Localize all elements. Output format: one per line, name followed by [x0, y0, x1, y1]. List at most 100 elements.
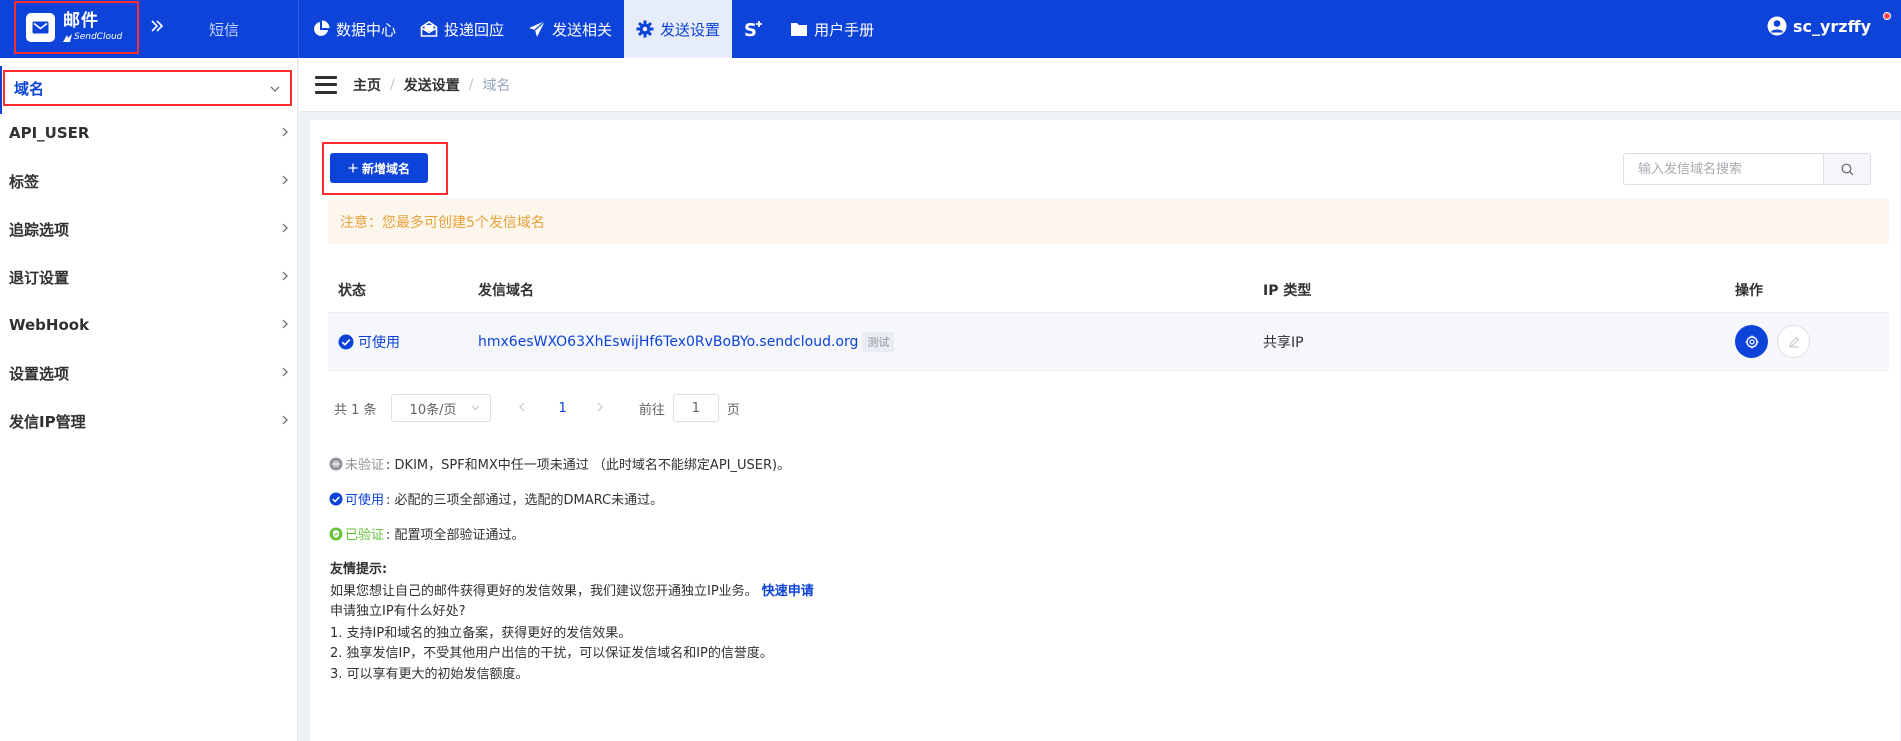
- table-row: 可使用 hmx6esWXO63XhEswijHf6Tex0RvBoBYo.sen…: [328, 313, 1889, 371]
- plus-icon: [348, 163, 358, 173]
- s-plus-icon: S: [744, 20, 763, 39]
- breadcrumb-current: 域名: [482, 77, 511, 94]
- nav-label: 投递回应: [444, 20, 505, 39]
- page-size-select[interactable]: 10条/页: [390, 394, 491, 422]
- header-status: 状态: [338, 283, 366, 299]
- sidebar-item-label: 标签: [9, 172, 40, 191]
- chevron-right-icon: [282, 126, 288, 140]
- sms-product-tab[interactable]: 短信: [209, 19, 239, 40]
- verified-shield-icon: [329, 527, 343, 540]
- tips-title: 友情提示:: [330, 562, 388, 577]
- sidebar-item-ip-management[interactable]: 发信IP管理: [0, 397, 298, 445]
- logo-title: 邮件: [63, 11, 99, 31]
- nav-data-center[interactable]: 数据中心: [300, 0, 408, 58]
- next-page-icon[interactable]: [597, 401, 603, 416]
- gear-icon: [636, 20, 654, 38]
- prev-page-icon[interactable]: [518, 401, 525, 416]
- page-number-current[interactable]: 1: [559, 401, 567, 416]
- chevron-down-icon: [471, 405, 479, 411]
- list-item: 3. 可以享有更大的初始发信额度。: [330, 666, 529, 682]
- legend-item: 已验证 : 配置项全部验证通过。: [329, 516, 790, 551]
- pagination: 共 1 条 10条/页 1 前往 页: [334, 394, 740, 422]
- domain-search: [1623, 153, 1871, 185]
- nav-label: 发送相关: [552, 20, 613, 39]
- header-ip-type: IP 类型: [1263, 283, 1312, 299]
- sidebar-item-unsubscribe[interactable]: 退订设置: [0, 253, 298, 301]
- list-item: 2. 独享发信IP，不受其他用户出信的干扰，可以保证发信域名和IP的信誉度。: [330, 646, 773, 661]
- chevron-right-icon: [282, 174, 288, 188]
- verify-button[interactable]: [1735, 325, 1768, 358]
- legend-name: 已验证: [345, 528, 385, 543]
- breadcrumb-send-settings[interactable]: 发送设置: [404, 75, 460, 95]
- sidebar-item-webhook[interactable]: WebHook: [0, 301, 298, 349]
- quick-apply-link[interactable]: 快速申请: [762, 584, 814, 599]
- friendly-tips: 友情提示: 如果您想让自己的邮件获得更好的发信效果，我们建议您开通独立IP业务。…: [330, 560, 814, 685]
- nav-send-settings[interactable]: 发送设置: [624, 0, 733, 58]
- top-navbar: 邮件 SendCloud 短信 数据中心 投递回应 发送相关 发送设置 S 用户…: [0, 0, 1901, 58]
- edit-button[interactable]: [1777, 325, 1810, 358]
- check-circle-icon: [338, 334, 354, 349]
- goto-page-input[interactable]: [672, 394, 719, 422]
- legend-name: 未验证: [345, 458, 385, 473]
- search-icon: [1841, 163, 1854, 175]
- sidebar-item-tracking[interactable]: 追踪选项: [0, 205, 298, 253]
- table-header: 状态 发信域名 IP 类型 操作: [328, 268, 1889, 313]
- add-domain-button[interactable]: 新增域名: [330, 153, 428, 183]
- logo-subtitle: SendCloud: [74, 32, 123, 42]
- sidebar: 域名 API_USER 标签 追踪选项 退订设置 WebHook 设置选项 发信…: [0, 58, 298, 741]
- breadcrumb-bar: 主页 / 发送设置 / 域名: [299, 58, 1901, 112]
- double-chevron-right-icon[interactable]: [150, 17, 164, 38]
- breadcrumb-home[interactable]: 主页: [353, 75, 381, 95]
- mail-product-switch[interactable]: 邮件 SendCloud: [14, 1, 139, 54]
- send-icon: [529, 20, 546, 37]
- status-text: 可使用: [358, 334, 400, 351]
- page-suffix: 页: [726, 402, 740, 418]
- notification-dot: [1883, 12, 1891, 20]
- sidebar-item-label: 设置选项: [9, 364, 70, 383]
- sidebar-item-label: 追踪选项: [9, 220, 70, 239]
- domain-search-input[interactable]: [1624, 154, 1824, 184]
- sendcloud-mark-icon: [63, 33, 72, 42]
- domain-limit-notice: 注意：您最多可创建5个发信域名: [328, 199, 1889, 244]
- nav-user-manual[interactable]: 用户手册: [778, 0, 886, 58]
- sidebar-item-tags[interactable]: 标签: [0, 157, 298, 205]
- header-domain: 发信域名: [478, 283, 534, 299]
- chevron-down-icon: [270, 81, 280, 95]
- sidebar-item-label: 发信IP管理: [9, 412, 86, 431]
- sidebar-item-label: 域名: [14, 79, 45, 98]
- divider: [298, 0, 299, 58]
- check-circle-icon: [329, 492, 343, 505]
- nav-label: 用户手册: [814, 20, 875, 39]
- sidebar-item-label: WebHook: [9, 316, 90, 334]
- legend-desc: : DKIM，SPF和MX中任一项未通过 （此时域名不能绑定API_USER)。: [386, 458, 791, 473]
- chevron-right-icon: [282, 366, 288, 380]
- list-item: 1. 支持IP和域名的独立备案，获得更好的发信效果。: [330, 625, 632, 641]
- add-domain-highlight: 新增域名: [322, 142, 448, 195]
- search-button[interactable]: [1823, 154, 1870, 184]
- legend-name: 可使用: [345, 493, 385, 508]
- status-legend: 未验证 : DKIM，SPF和MX中任一项未通过 （此时域名不能绑定API_US…: [329, 446, 790, 551]
- user-avatar-icon: [1767, 16, 1787, 36]
- domain-panel: 新增域名 注意：您最多可创建5个发信域名 状态 发信域名 IP 类型 操作 可使…: [310, 120, 1900, 741]
- nav-s-plus[interactable]: S: [732, 0, 778, 58]
- nav-sending[interactable]: 发送相关: [516, 0, 624, 58]
- nav-label: 发送设置: [660, 20, 721, 39]
- pie-chart-icon: [314, 20, 330, 36]
- legend-item: 未验证 : DKIM，SPF和MX中任一项未通过 （此时域名不能绑定API_US…: [329, 446, 790, 481]
- sidebar-item-settings[interactable]: 设置选项: [0, 349, 298, 397]
- sidebar-item-label: API_USER: [9, 124, 90, 142]
- hamburger-menu-icon[interactable]: [315, 75, 337, 94]
- user-menu[interactable]: sc_yrzffy: [1767, 16, 1871, 36]
- nav-delivery-response[interactable]: 投递回应: [408, 0, 516, 58]
- svg-text:S: S: [744, 20, 757, 39]
- edit-icon: [1788, 336, 1799, 347]
- domain-link[interactable]: hmx6esWXO63XhEswijHf6Tex0RvBoBYo.sendclo…: [478, 334, 858, 350]
- nav-label: 数据中心: [336, 20, 397, 39]
- verify-gear-icon: [1745, 335, 1758, 348]
- tips-list: 1. 支持IP和域名的独立备案，获得更好的发信效果。 2. 独享发信IP，不受其…: [330, 624, 814, 686]
- breadcrumb: 主页 / 发送设置 / 域名: [353, 75, 511, 95]
- header-actions: 操作: [1735, 283, 1763, 299]
- sidebar-item-api-user[interactable]: API_USER: [0, 109, 298, 157]
- sidebar-item-domain[interactable]: 域名: [0, 66, 292, 114]
- status-badge: 可使用: [338, 332, 468, 352]
